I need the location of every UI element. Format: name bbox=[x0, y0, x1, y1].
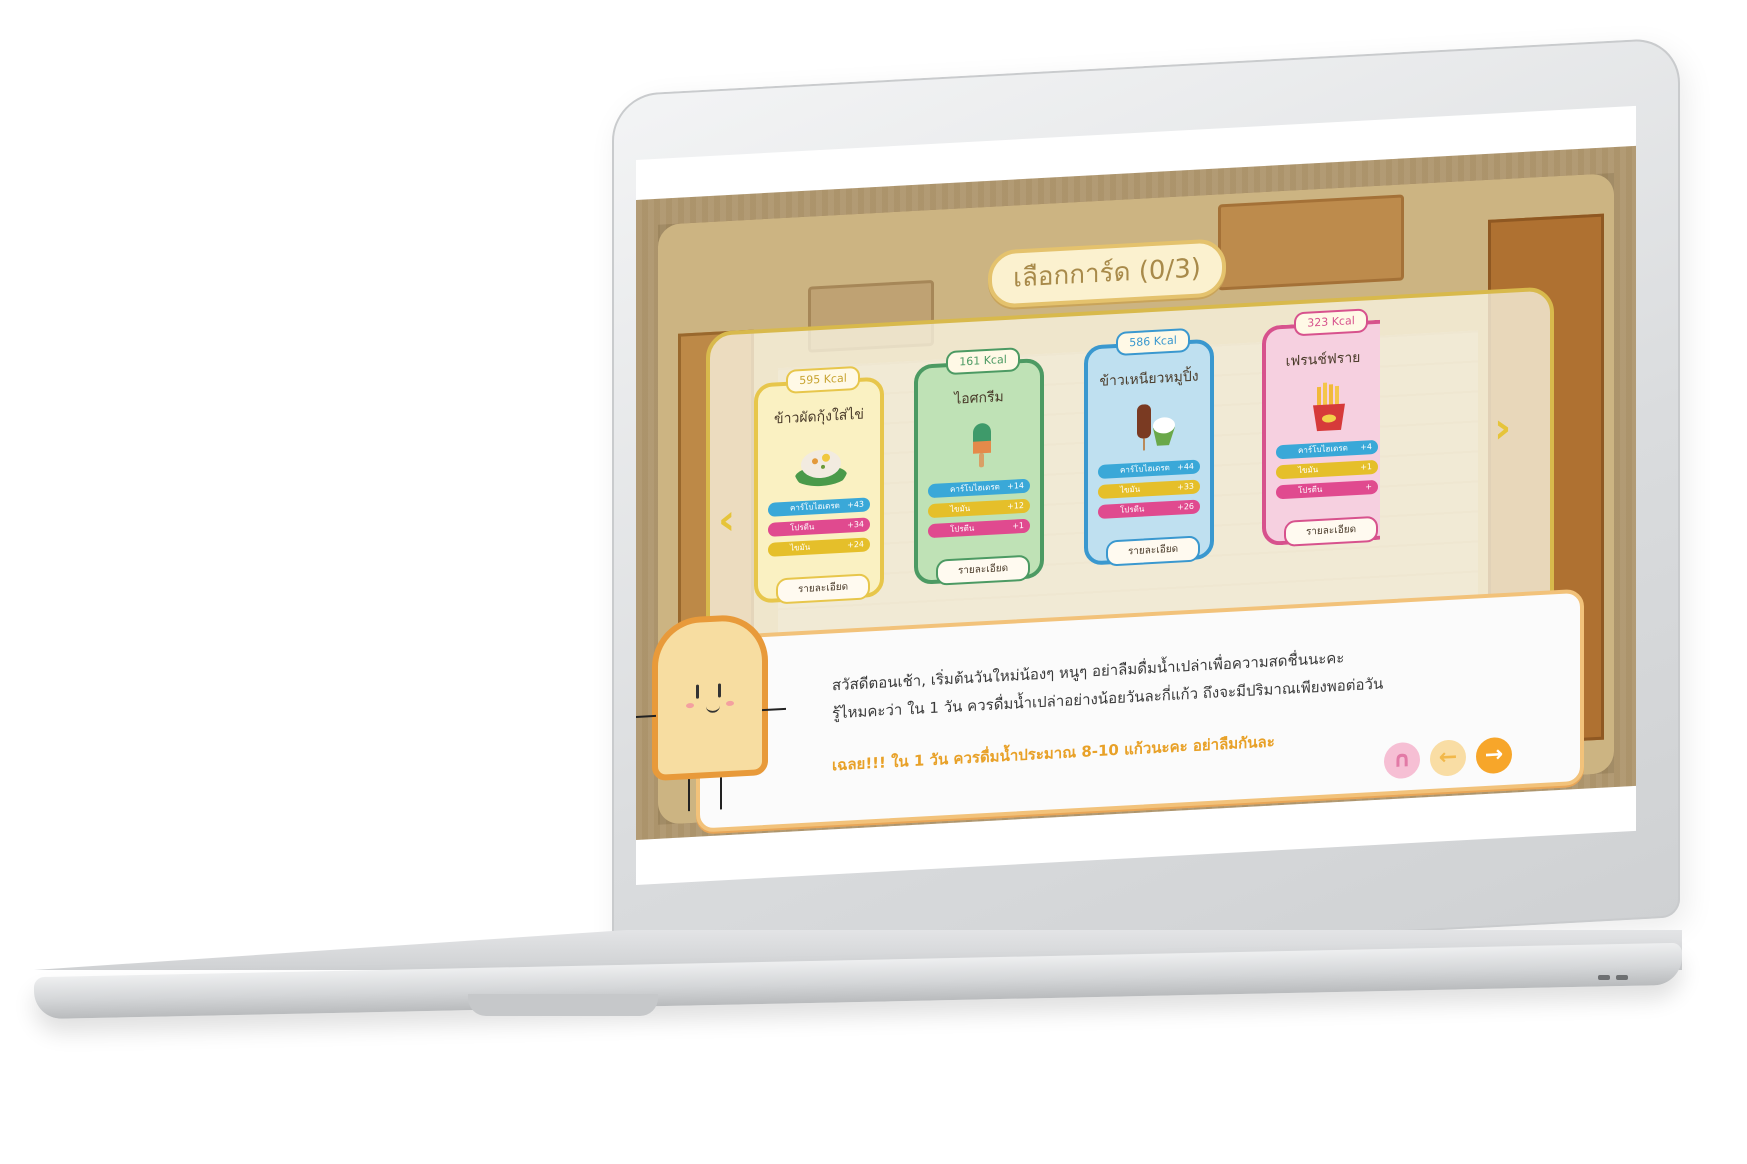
chevron-left-icon[interactable]: ‹ bbox=[718, 495, 735, 545]
food-card[interactable]: 595 Kcal ข้าวผัดกุ้งใส่ไข่ คาร์โบไฮเดรต +… bbox=[754, 365, 884, 605]
stat-bar: คาร์โบไฮเดรต +14 bbox=[928, 478, 1030, 499]
food-card[interactable]: 323 Kcal เฟรนช์ฟราย คาร์โบไฮเดรต +4 ไขมัน… bbox=[1262, 308, 1380, 547]
stat-bar: คาร์โบไฮเดรต +4 bbox=[1276, 439, 1378, 460]
kcal-badge: 595 Kcal bbox=[786, 365, 860, 394]
detail-button[interactable]: รายละเอียด bbox=[776, 573, 870, 605]
grilled-pork-sticky-rice-icon bbox=[1137, 404, 1175, 451]
detail-button[interactable]: รายละเอียด bbox=[1284, 515, 1378, 547]
eye bbox=[718, 683, 721, 698]
detail-button[interactable]: รายละเอียด bbox=[936, 554, 1030, 586]
chevron-right-icon[interactable]: › bbox=[1494, 403, 1511, 453]
fried-rice-icon bbox=[795, 449, 847, 487]
leg bbox=[688, 779, 690, 812]
stat-bar: ไขมัน +33 bbox=[1098, 479, 1200, 499]
stat-bar: ไขมัน +24 bbox=[768, 537, 870, 557]
leg bbox=[720, 777, 722, 810]
stat-bar: โปรตีน +34 bbox=[768, 517, 870, 537]
headphones-icon[interactable]: ∩ bbox=[1384, 741, 1420, 780]
detail-button[interactable]: รายละเอียด bbox=[1106, 535, 1200, 567]
food-name: ไอศกรีม bbox=[954, 389, 1004, 408]
ice-cream-icon bbox=[973, 423, 991, 468]
food-card[interactable]: 161 Kcal ไอศกรีม คาร์โบไฮเดรต +14 ไขมัน +1… bbox=[914, 347, 1044, 586]
stat-bar: โปรตีน +26 bbox=[1098, 499, 1200, 519]
food-name: ข้าวเหนียวหมูปิ้ง bbox=[1099, 368, 1199, 390]
eye bbox=[696, 684, 699, 699]
food-name: ข้าวผัดกุ้งใส่ไข่ bbox=[774, 406, 864, 428]
food-name: เฟรนช์ฟราย bbox=[1285, 349, 1361, 370]
mouth bbox=[706, 703, 720, 714]
stat-bar: โปรตีน +1 bbox=[928, 518, 1030, 539]
cheek bbox=[686, 702, 694, 709]
arrow-right-icon[interactable]: → bbox=[1476, 736, 1512, 775]
kcal-badge: 161 Kcal bbox=[946, 347, 1020, 376]
stat-bar: โปรตีน + bbox=[1276, 479, 1378, 500]
stat-bar: คาร์โบไฮเดรต +44 bbox=[1098, 459, 1200, 479]
stat-bar: คาร์โบไฮเดรต +43 bbox=[768, 497, 870, 517]
food-card[interactable]: 586 Kcal ข้าวเหนียวหมูปิ้ง คาร์โบไฮเดรต +… bbox=[1084, 327, 1214, 567]
arrow-left-icon[interactable]: ← bbox=[1430, 739, 1466, 777]
laptop-screen: เลือกการ์ด (0/3) ‹ › 595 Kcal ข้าวผัดกุ้… bbox=[636, 105, 1636, 886]
stat-bar: ไขมัน +12 bbox=[928, 498, 1030, 519]
toast-mascot bbox=[636, 612, 786, 840]
dialog-answer: เฉลย!!! ใน 1 วัน ควรดื่มน้ำประมาณ 8-10 แ… bbox=[832, 732, 1275, 775]
french-fries-icon bbox=[1313, 382, 1345, 432]
kcal-badge: 586 Kcal bbox=[1116, 327, 1190, 357]
usb-port bbox=[1598, 975, 1610, 980]
cheek bbox=[726, 700, 734, 707]
laptop-ports bbox=[1598, 975, 1628, 980]
kcal-badge: 323 Kcal bbox=[1294, 308, 1368, 337]
toast-body bbox=[652, 612, 768, 782]
stat-bar: ไขมัน +1 bbox=[1276, 459, 1378, 480]
trackpad-notch bbox=[468, 994, 658, 1016]
usb-port bbox=[1616, 975, 1628, 980]
game-view: เลือกการ์ด (0/3) ‹ › 595 Kcal ข้าวผัดกุ้… bbox=[636, 145, 1636, 841]
